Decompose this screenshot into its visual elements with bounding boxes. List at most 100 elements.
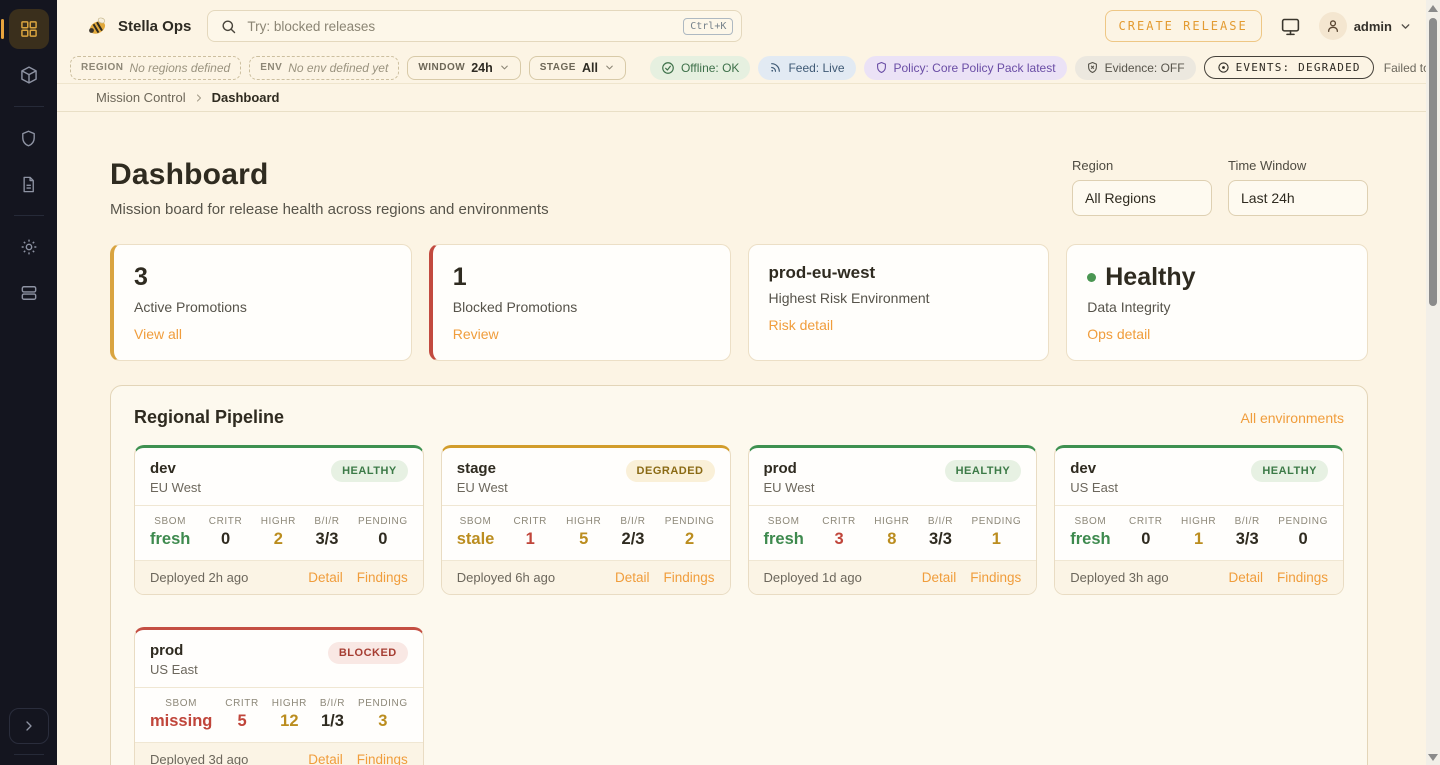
window-dropdown[interactable]: WINDOW 24h xyxy=(407,56,520,80)
evidence-chip[interactable]: Evidence: OFF xyxy=(1075,56,1196,80)
sidebar-item-infrastructure[interactable] xyxy=(9,273,49,313)
main-area: Stella Ops Ctrl+K CREATE RELEASE admin xyxy=(57,0,1426,765)
chevron-down-icon xyxy=(1399,20,1412,33)
scrollbar-thumb[interactable] xyxy=(1429,18,1437,306)
dashboard-grid-icon xyxy=(19,19,39,39)
breadcrumb-current: Dashboard xyxy=(212,90,280,105)
metric-label: CRITR xyxy=(209,516,243,527)
env-context-value: No env defined yet xyxy=(288,61,388,75)
create-release-button[interactable]: CREATE RELEASE xyxy=(1105,10,1262,42)
view-all-link[interactable]: View all xyxy=(134,326,182,342)
search-input[interactable] xyxy=(247,19,683,34)
status-badge: BLOCKED xyxy=(328,642,408,664)
events-status-pill[interactable]: EVENTS: DEGRADED xyxy=(1204,56,1374,79)
stats-grid: 3 Active Promotions View all 1 Blocked P… xyxy=(110,244,1368,361)
circle-dot-icon xyxy=(1217,61,1230,74)
metric-value: fresh xyxy=(764,530,804,549)
metric-b-i-r: B/I/R3/3 xyxy=(314,516,339,549)
scrollbar-up-arrow[interactable] xyxy=(1428,5,1438,12)
feed-status-chip[interactable]: Feed: Live xyxy=(758,56,855,80)
review-link[interactable]: Review xyxy=(453,326,499,342)
detail-link[interactable]: Detail xyxy=(615,570,650,585)
pipeline-card: dev US East HEALTHY SBOMfreshCRITR0HIGHR… xyxy=(1054,445,1344,595)
deployed-timestamp: Deployed 3h ago xyxy=(1070,570,1168,585)
metric-value: 5 xyxy=(566,530,601,549)
metric-label: SBOM xyxy=(150,698,212,709)
monitor-icon xyxy=(1280,16,1301,37)
all-environments-link[interactable]: All environments xyxy=(1241,410,1345,426)
time-window-select[interactable]: Last 24h xyxy=(1228,180,1368,216)
bee-logo-icon xyxy=(85,14,109,38)
sidebar-item-settings[interactable] xyxy=(9,227,49,267)
shortcut-badge: Ctrl+K xyxy=(683,18,733,35)
status-badge: DEGRADED xyxy=(626,460,715,482)
metric-value: 3 xyxy=(358,712,408,731)
stat-value: Healthy xyxy=(1087,263,1347,292)
findings-link[interactable]: Findings xyxy=(663,570,714,585)
metric-label: B/I/R xyxy=(1235,516,1260,527)
page-scrollbar[interactable] xyxy=(1426,0,1440,765)
monitor-button[interactable] xyxy=(1280,16,1301,37)
sidebar-item-security[interactable] xyxy=(9,118,49,158)
offline-status-chip[interactable]: Offline: OK xyxy=(650,56,750,80)
findings-link[interactable]: Findings xyxy=(970,570,1021,585)
region-context-label: REGION xyxy=(81,62,123,73)
policy-chip[interactable]: Policy: Core Policy Pack latest xyxy=(864,56,1067,80)
stat-card: 1 Blocked Promotions Review xyxy=(429,244,731,361)
metric-b-i-r: B/I/R3/3 xyxy=(928,516,953,549)
metric-label: PENDING xyxy=(1278,516,1328,527)
metric-label: B/I/R xyxy=(620,516,645,527)
breadcrumb-mission-control[interactable]: Mission Control xyxy=(96,90,186,105)
stage-dropdown[interactable]: STAGE All xyxy=(529,56,626,80)
findings-link[interactable]: Findings xyxy=(357,752,408,765)
findings-link[interactable]: Findings xyxy=(357,570,408,585)
region-context-pill[interactable]: REGION No regions defined xyxy=(70,56,241,80)
detail-link[interactable]: Detail xyxy=(308,752,343,765)
sidebar xyxy=(0,0,57,765)
ops-detail-link[interactable]: Ops detail xyxy=(1087,326,1150,342)
metric-label: B/I/R xyxy=(320,698,345,709)
metric-label: HIGHR xyxy=(272,698,307,709)
metric-value: 1 xyxy=(971,530,1021,549)
metric-highr: HIGHR8 xyxy=(874,516,909,549)
sidebar-divider xyxy=(14,215,44,216)
environment-region: EU West xyxy=(764,480,815,495)
detail-link[interactable]: Detail xyxy=(1228,570,1263,585)
sidebar-expand-button[interactable] xyxy=(9,708,49,744)
region-select[interactable]: All Regions xyxy=(1072,180,1212,216)
risk-detail-link[interactable]: Risk detail xyxy=(769,317,834,333)
metric-label: CRITR xyxy=(822,516,856,527)
global-status-bar: REGION No regions defined ENV No env def… xyxy=(57,52,1426,84)
detail-link[interactable]: Detail xyxy=(922,570,957,585)
sidebar-item-documents[interactable] xyxy=(9,164,49,204)
pipeline-card: prod US East BLOCKED SBOMmissingCRITR5HI… xyxy=(134,627,424,765)
sidebar-divider xyxy=(14,106,44,107)
package-icon xyxy=(19,65,39,85)
shield-x-icon xyxy=(1086,61,1099,74)
app-root: Stella Ops Ctrl+K CREATE RELEASE admin xyxy=(0,0,1440,765)
metric-pending: PENDING3 xyxy=(358,698,408,731)
findings-link[interactable]: Findings xyxy=(1277,570,1328,585)
sidebar-item-releases[interactable] xyxy=(9,55,49,95)
detail-link[interactable]: Detail xyxy=(308,570,343,585)
sidebar-item-dashboard[interactable] xyxy=(9,9,49,49)
chevron-down-icon xyxy=(604,62,615,73)
metric-highr: HIGHR 5 xyxy=(566,516,601,549)
regional-pipeline-panel: Regional Pipeline All environments dev E… xyxy=(110,385,1368,765)
dashboard-content: Dashboard Mission board for release heal… xyxy=(57,112,1426,765)
metric-value: 3/3 xyxy=(928,530,953,549)
metric-value: missing xyxy=(150,712,212,731)
user-menu[interactable]: admin xyxy=(1319,12,1412,40)
evidence-text: Evidence: OFF xyxy=(1105,61,1185,75)
scrollbar-down-arrow[interactable] xyxy=(1428,754,1438,761)
metric-label: SBOM xyxy=(150,516,190,527)
env-context-pill[interactable]: ENV No env defined yet xyxy=(249,56,399,80)
metric-value: 1 xyxy=(1181,530,1216,549)
metric-label: HIGHR xyxy=(566,516,601,527)
stat-label: Highest Risk Environment xyxy=(769,290,1029,306)
status-badge: HEALTHY xyxy=(1251,460,1328,482)
metric-sbom: SBOMfresh xyxy=(150,516,190,549)
metric-b-i-r: B/I/R1/3 xyxy=(320,698,345,731)
search-box[interactable]: Ctrl+K xyxy=(207,10,742,42)
metric-value: 0 xyxy=(358,530,408,549)
